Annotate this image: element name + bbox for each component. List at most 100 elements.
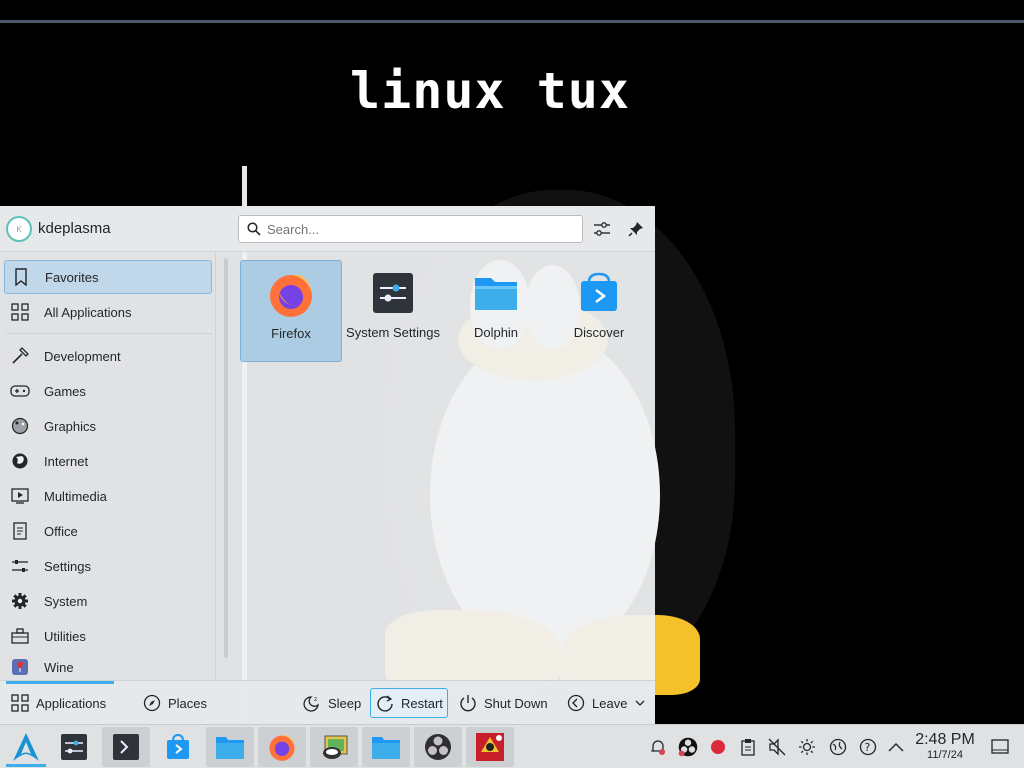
svg-text:z: z: [314, 696, 317, 703]
firefox-icon: [269, 735, 295, 761]
sidebar-item-label: Internet: [44, 453, 89, 469]
clipboard-icon: [741, 739, 755, 756]
sidebar-item-games[interactable]: Games: [4, 374, 212, 408]
scrollbar-thumb[interactable]: [224, 258, 228, 658]
sidebar-item-label: Settings: [44, 558, 91, 574]
configure-button[interactable]: [590, 217, 614, 241]
clipboard-button[interactable]: [738, 737, 758, 757]
tab-applications[interactable]: Applications: [10, 688, 106, 718]
help-icon: ?: [859, 738, 877, 756]
system-settings-icon: [61, 734, 87, 760]
expand-tray-button[interactable]: [886, 737, 906, 757]
pin-icon: [628, 222, 643, 237]
gamepad-icon: [10, 381, 30, 401]
chevron-down-icon: [635, 699, 645, 707]
search-input[interactable]: [267, 219, 567, 239]
volume-button[interactable]: [767, 737, 787, 757]
app-tile-dolphin[interactable]: Dolphin: [445, 260, 547, 362]
app-launcher-icon: [13, 733, 39, 761]
show-desktop-button[interactable]: [990, 737, 1010, 757]
file-manager-icon: [216, 737, 244, 759]
app-label: Firefox: [271, 326, 311, 341]
sidebar-item-graphics[interactable]: Graphics: [4, 409, 212, 443]
obs-icon: [425, 734, 451, 760]
image-viewer-icon: [323, 735, 348, 759]
taskbar-game[interactable]: [466, 727, 514, 767]
app-tile-firefox[interactable]: Firefox: [240, 260, 342, 362]
restart-label: Restart: [401, 695, 443, 711]
brightness-icon: [799, 739, 815, 755]
app-launcher-button[interactable]: [2, 727, 50, 767]
sidebar-item-office[interactable]: Office: [4, 514, 212, 548]
help-button[interactable]: ?: [858, 737, 878, 757]
network-icon: [829, 738, 847, 756]
expand-tray-icon: [888, 743, 904, 752]
pin-button[interactable]: [624, 217, 648, 241]
clock-time[interactable]: 2:48 PM: [910, 731, 980, 749]
notifications-button[interactable]: [648, 737, 668, 757]
sidebar-item-wine[interactable]: Wine: [4, 654, 212, 680]
sidebar-item-label: Games: [44, 383, 86, 399]
search-icon: [247, 222, 261, 236]
category-sidebar: Favorites All Applications Development G…: [0, 253, 216, 681]
clock-date[interactable]: 11/7/24: [910, 749, 980, 761]
sidebar-item-internet[interactable]: Internet: [4, 444, 212, 478]
sidebar-divider: [6, 333, 212, 334]
document-icon: [10, 521, 30, 541]
sidebar-item-label: System: [44, 593, 88, 609]
app-label: Dolphin: [473, 325, 519, 340]
search-box[interactable]: [238, 215, 583, 243]
notifications-icon: [651, 740, 665, 755]
toolbox-icon: [10, 626, 30, 646]
svg-text:?: ?: [865, 741, 871, 754]
launcher-footer: Applications Places z Sleep Restart Shut…: [0, 680, 655, 724]
sleep-icon: z: [302, 693, 322, 713]
app-label: Discover: [573, 325, 625, 340]
app-tile-system-settings[interactable]: System Settings: [342, 260, 444, 362]
restart-button[interactable]: Restart: [370, 688, 448, 718]
taskbar-image-viewer[interactable]: [310, 727, 358, 767]
brightness-button[interactable]: [797, 737, 817, 757]
leave-button[interactable]: Leave: [566, 688, 645, 718]
taskbar-file-manager[interactable]: [206, 727, 254, 767]
sidebar-item-system[interactable]: System: [4, 584, 212, 618]
app-tile-discover[interactable]: Discover: [548, 260, 650, 362]
hammer-icon: [10, 346, 30, 366]
grid-icon: [10, 693, 30, 713]
taskbar-folder[interactable]: [362, 727, 410, 767]
record-button[interactable]: [708, 737, 728, 757]
sleep-button[interactable]: z Sleep: [302, 688, 361, 718]
sidebar-scrollbar[interactable]: [222, 258, 230, 678]
tab-places[interactable]: Places: [142, 688, 207, 718]
taskbar-firefox[interactable]: [258, 727, 306, 767]
sidebar-item-utilities[interactable]: Utilities: [4, 619, 212, 653]
taskbar-terminal[interactable]: [102, 727, 150, 767]
record-icon: [711, 740, 725, 754]
sidebar-item-label: Multimedia: [44, 488, 107, 504]
network-button[interactable]: [828, 737, 848, 757]
taskbar-system-settings[interactable]: [50, 727, 98, 767]
sidebar-item-multimedia[interactable]: Multimedia: [4, 479, 212, 513]
taskbar-discover[interactable]: [154, 727, 202, 767]
restart-icon: [375, 693, 395, 713]
obs-tray-button[interactable]: [678, 737, 698, 757]
tab-places-label: Places: [168, 695, 208, 711]
palette-icon: [10, 416, 30, 436]
sidebar-item-favorites[interactable]: Favorites: [4, 260, 212, 294]
sidebar-item-label: Favorites: [45, 269, 99, 285]
discover-icon: [167, 733, 189, 759]
sidebar-item-settings[interactable]: Settings: [4, 549, 212, 583]
tab-active-indicator: [6, 681, 114, 684]
taskbar-obs[interactable]: [414, 727, 462, 767]
sidebar-item-label: Development: [44, 348, 121, 364]
sidebar-item-label: Graphics: [44, 418, 97, 434]
sidebar-item-all-applications[interactable]: All Applications: [4, 295, 212, 329]
avatar[interactable]: K: [6, 216, 32, 242]
gear-icon: [10, 591, 30, 611]
leave-label: Leave: [592, 695, 628, 711]
shutdown-button[interactable]: Shut Down: [458, 688, 548, 718]
firefox-icon: [270, 275, 312, 317]
obs-tray-icon: [678, 737, 698, 757]
sidebar-item-development[interactable]: Development: [4, 339, 212, 373]
sidebar-item-label: Wine: [44, 659, 74, 675]
